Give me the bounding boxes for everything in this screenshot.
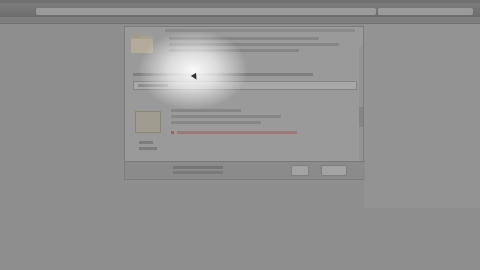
search-bar[interactable] — [378, 8, 473, 15]
warning-icon — [171, 131, 174, 134]
highlight-spotlight — [138, 30, 248, 110]
dialog-scrollbar[interactable] — [359, 47, 363, 177]
file-details — [171, 109, 291, 127]
warning-text — [177, 131, 297, 134]
bookmark-link-1[interactable] — [8, 18, 48, 22]
small-button[interactable] — [291, 165, 309, 176]
footer-label-2 — [173, 171, 223, 174]
right-panel — [364, 24, 480, 208]
bookmarks-bar — [0, 17, 480, 24]
footer-label-1 — [173, 166, 223, 169]
option-link-2[interactable] — [139, 147, 157, 150]
ok-button[interactable] — [321, 165, 347, 176]
option-link-1[interactable] — [139, 141, 153, 144]
file-icon — [135, 111, 161, 133]
dialog-footer — [125, 161, 365, 179]
address-bar[interactable] — [36, 8, 376, 15]
bookmark-link-2[interactable] — [52, 18, 92, 22]
scrollbar-thumb[interactable] — [359, 107, 363, 127]
